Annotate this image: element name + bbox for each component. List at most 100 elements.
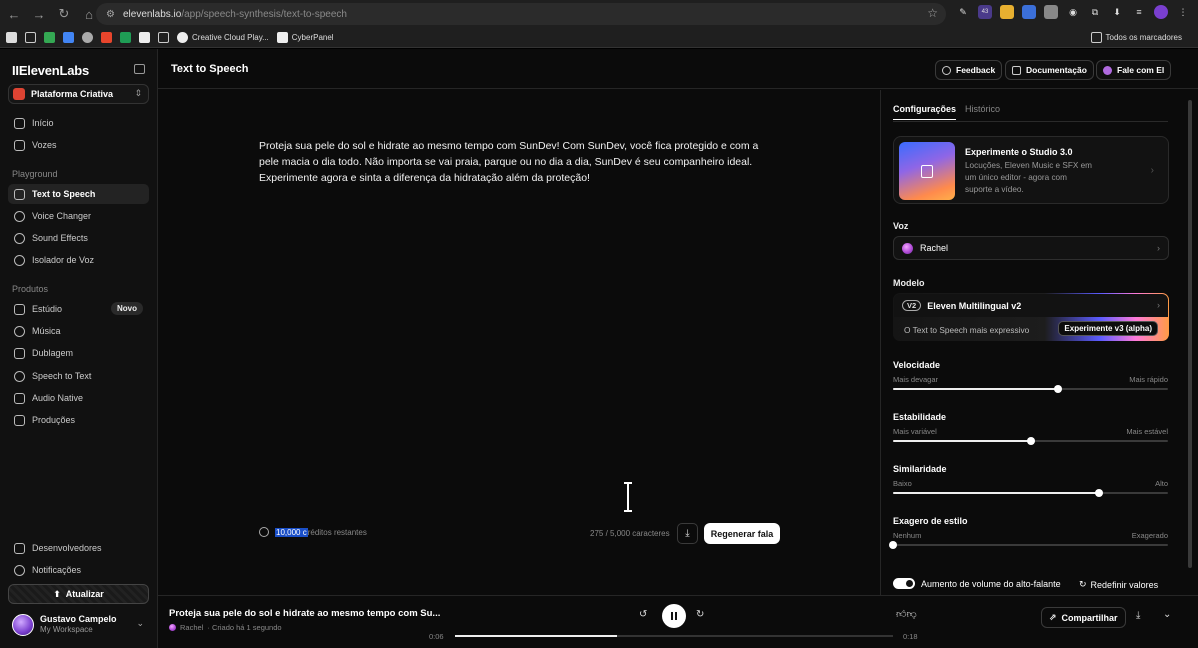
style-slider[interactable] [889, 541, 1168, 549]
studio-promo-card[interactable]: Experimente o Studio 3.0 Locuções, Eleve… [893, 136, 1169, 204]
slider-label: Similaridade [893, 464, 947, 474]
logo[interactable]: IIElevenLabs [12, 63, 89, 78]
extension-yellow-icon[interactable] [1000, 5, 1014, 19]
sidebar-item-speech-to-text[interactable]: Speech to Text [8, 366, 149, 386]
promo-title: Experimente o Studio 3.0 [965, 147, 1073, 157]
slider-label: Exagero de estilo [893, 516, 968, 526]
chat-bubble-icon [942, 65, 951, 75]
panel-scrollbar[interactable] [1188, 100, 1192, 568]
editor-text[interactable]: Proteja sua pele do sol e hidrate ao mes… [259, 138, 769, 186]
puzzle-extension-icon[interactable]: ⧉ [1088, 5, 1102, 19]
site-info-icon[interactable]: ⚙ [106, 9, 115, 20]
stt-icon [14, 370, 25, 382]
talk-to-el-button[interactable]: Fale com El [1096, 60, 1172, 80]
reset-values-button[interactable]: ↻ Redefinir valores [1079, 579, 1158, 590]
share-button[interactable]: ⇗ Compartilhar [1041, 607, 1126, 628]
model-selector[interactable]: V2 Eleven Multilingual v2 › [894, 294, 1168, 317]
docs-button[interactable]: Documentação [1005, 60, 1094, 80]
sidebar-item-dubbing[interactable]: Dublagem [8, 343, 149, 363]
kebab-menu-icon[interactable]: ⋮ [1176, 5, 1190, 19]
bookmark-blue-icon[interactable] [63, 32, 74, 43]
sidebar-item-voice-isolator[interactable]: Isolador de Voz [8, 250, 149, 270]
sidebar-collapse-icon[interactable] [134, 64, 145, 74]
text-editor[interactable]: Proteja sua pele do sol e hidrate ao mes… [158, 90, 880, 595]
sidebar-item-text-to-speech[interactable]: Text to Speech [8, 184, 149, 204]
rewind-icon[interactable]: ↺ [639, 609, 647, 620]
back-icon[interactable]: ← [3, 3, 25, 25]
model-select[interactable]: V2 Eleven Multilingual v2 › O Text to Sp… [893, 293, 1169, 341]
forward-icon[interactable]: → [28, 3, 50, 25]
download-button[interactable]: ⤓ [677, 523, 698, 544]
similarity-slider[interactable] [893, 489, 1168, 497]
sidebar-item-voice-changer[interactable]: Voice Changer [8, 206, 149, 226]
slider-label: Velocidade [893, 360, 941, 370]
bookmark-gmail-icon[interactable] [139, 32, 150, 43]
upgrade-button[interactable]: ⬆ Atualizar [8, 584, 149, 604]
voice-isolator-icon [14, 254, 25, 266]
sidebar-item-label: Vozes [32, 140, 57, 150]
bookmark-star-icon[interactable]: ☆ [927, 6, 938, 20]
document-icon [1012, 65, 1021, 75]
bookmark-cyberpanel[interactable]: CyberPanel [276, 32, 334, 43]
speaker-boost-toggle[interactable] [893, 578, 915, 589]
music-icon [14, 325, 25, 337]
bookmark-drive-icon[interactable] [44, 32, 55, 43]
reload-icon[interactable]: ↻ [53, 3, 75, 25]
bookmark-label: Creative Cloud Play... [192, 33, 269, 42]
url-host: elevenlabs.io [122, 8, 182, 20]
tts-icon [14, 188, 25, 200]
extension-gray-icon[interactable] [1044, 5, 1058, 19]
sidebar-item-sound-effects[interactable]: Sound Effects [8, 228, 149, 248]
address-bar[interactable]: ⚙ elevenlabs.io/app/speech-synthesis/tex… [96, 3, 946, 25]
camera-extension-icon[interactable]: ◉ [1066, 5, 1080, 19]
feedback-button[interactable]: Feedback [935, 60, 1003, 80]
slider-handle[interactable] [1026, 437, 1035, 445]
bookmark-folder-icon[interactable] [158, 32, 169, 43]
try-v3-button[interactable]: Experimente v3 (alpha) [1058, 321, 1158, 336]
text-cursor-icon [624, 482, 632, 512]
download-browser-icon[interactable]: ⬇ [1110, 5, 1124, 19]
download-icon[interactable]: ⤓ [1136, 610, 1140, 621]
bookmark-sheets-icon[interactable] [120, 32, 131, 43]
stability-slider[interactable] [893, 437, 1168, 445]
sidebar-item-audio-native[interactable]: Audio Native [8, 388, 149, 408]
pause-button[interactable] [662, 604, 686, 628]
voice-avatar [169, 624, 176, 631]
like-dislike-icon[interactable]: 👍︎👎︎ [896, 608, 917, 620]
bookmark-red-icon[interactable] [101, 32, 112, 43]
sidebar-item-voices[interactable]: Vozes [8, 135, 149, 155]
bookmark-grid-icon[interactable] [25, 32, 36, 43]
sidebar-item-home[interactable]: Início [8, 113, 149, 133]
extension-badge-count: 43 [981, 9, 989, 15]
tab-settings[interactable]: Configurações [893, 104, 957, 120]
media-control-icon[interactable]: ≡ [1132, 5, 1146, 19]
slider-handle[interactable] [1095, 489, 1104, 497]
bookmark-round-icon[interactable] [82, 32, 93, 43]
document-icon [921, 165, 933, 178]
sidebar-item-music[interactable]: Música [8, 321, 149, 341]
voice-select[interactable]: Rachel › [893, 236, 1169, 260]
pen-extension-icon[interactable]: ✎ [956, 5, 970, 19]
all-bookmarks[interactable]: Todos os marcadores [1090, 32, 1182, 43]
workspace-select[interactable]: Plataforma Criativa ⇕ [8, 84, 149, 104]
forward-icon[interactable]: ↻ [696, 609, 704, 620]
user-menu[interactable]: Gustavo Campelo My Workspace ⌄ [12, 612, 148, 642]
extension-badge-icon[interactable]: 43 [978, 5, 992, 19]
regenerate-button[interactable]: Regenerar fala [704, 523, 780, 544]
playback-progress[interactable] [455, 635, 893, 637]
bookmark-apps-icon[interactable] [6, 32, 17, 43]
sidebar-item-productions[interactable]: Produções [8, 410, 149, 430]
sidebar-item-notifications[interactable]: Notificações [8, 560, 149, 580]
credits-value: 10,000 c [275, 527, 308, 537]
bookmark-creative-cloud[interactable]: Creative Cloud Play... [177, 32, 269, 43]
sidebar-item-label: Text to Speech [32, 189, 96, 199]
tab-history[interactable]: Histórico [965, 104, 1000, 120]
slider-handle[interactable] [1054, 385, 1062, 393]
extension-blue-icon[interactable] [1022, 5, 1036, 19]
slider-handle[interactable] [889, 541, 897, 549]
chevron-down-icon[interactable]: ⌄ [1163, 609, 1171, 620]
profile-avatar-icon[interactable] [1154, 5, 1168, 19]
sidebar-item-studio[interactable]: Estúdio Novo [8, 299, 149, 319]
speed-slider[interactable] [893, 385, 1168, 393]
sidebar-item-developers[interactable]: Desenvolvedores [8, 538, 149, 558]
